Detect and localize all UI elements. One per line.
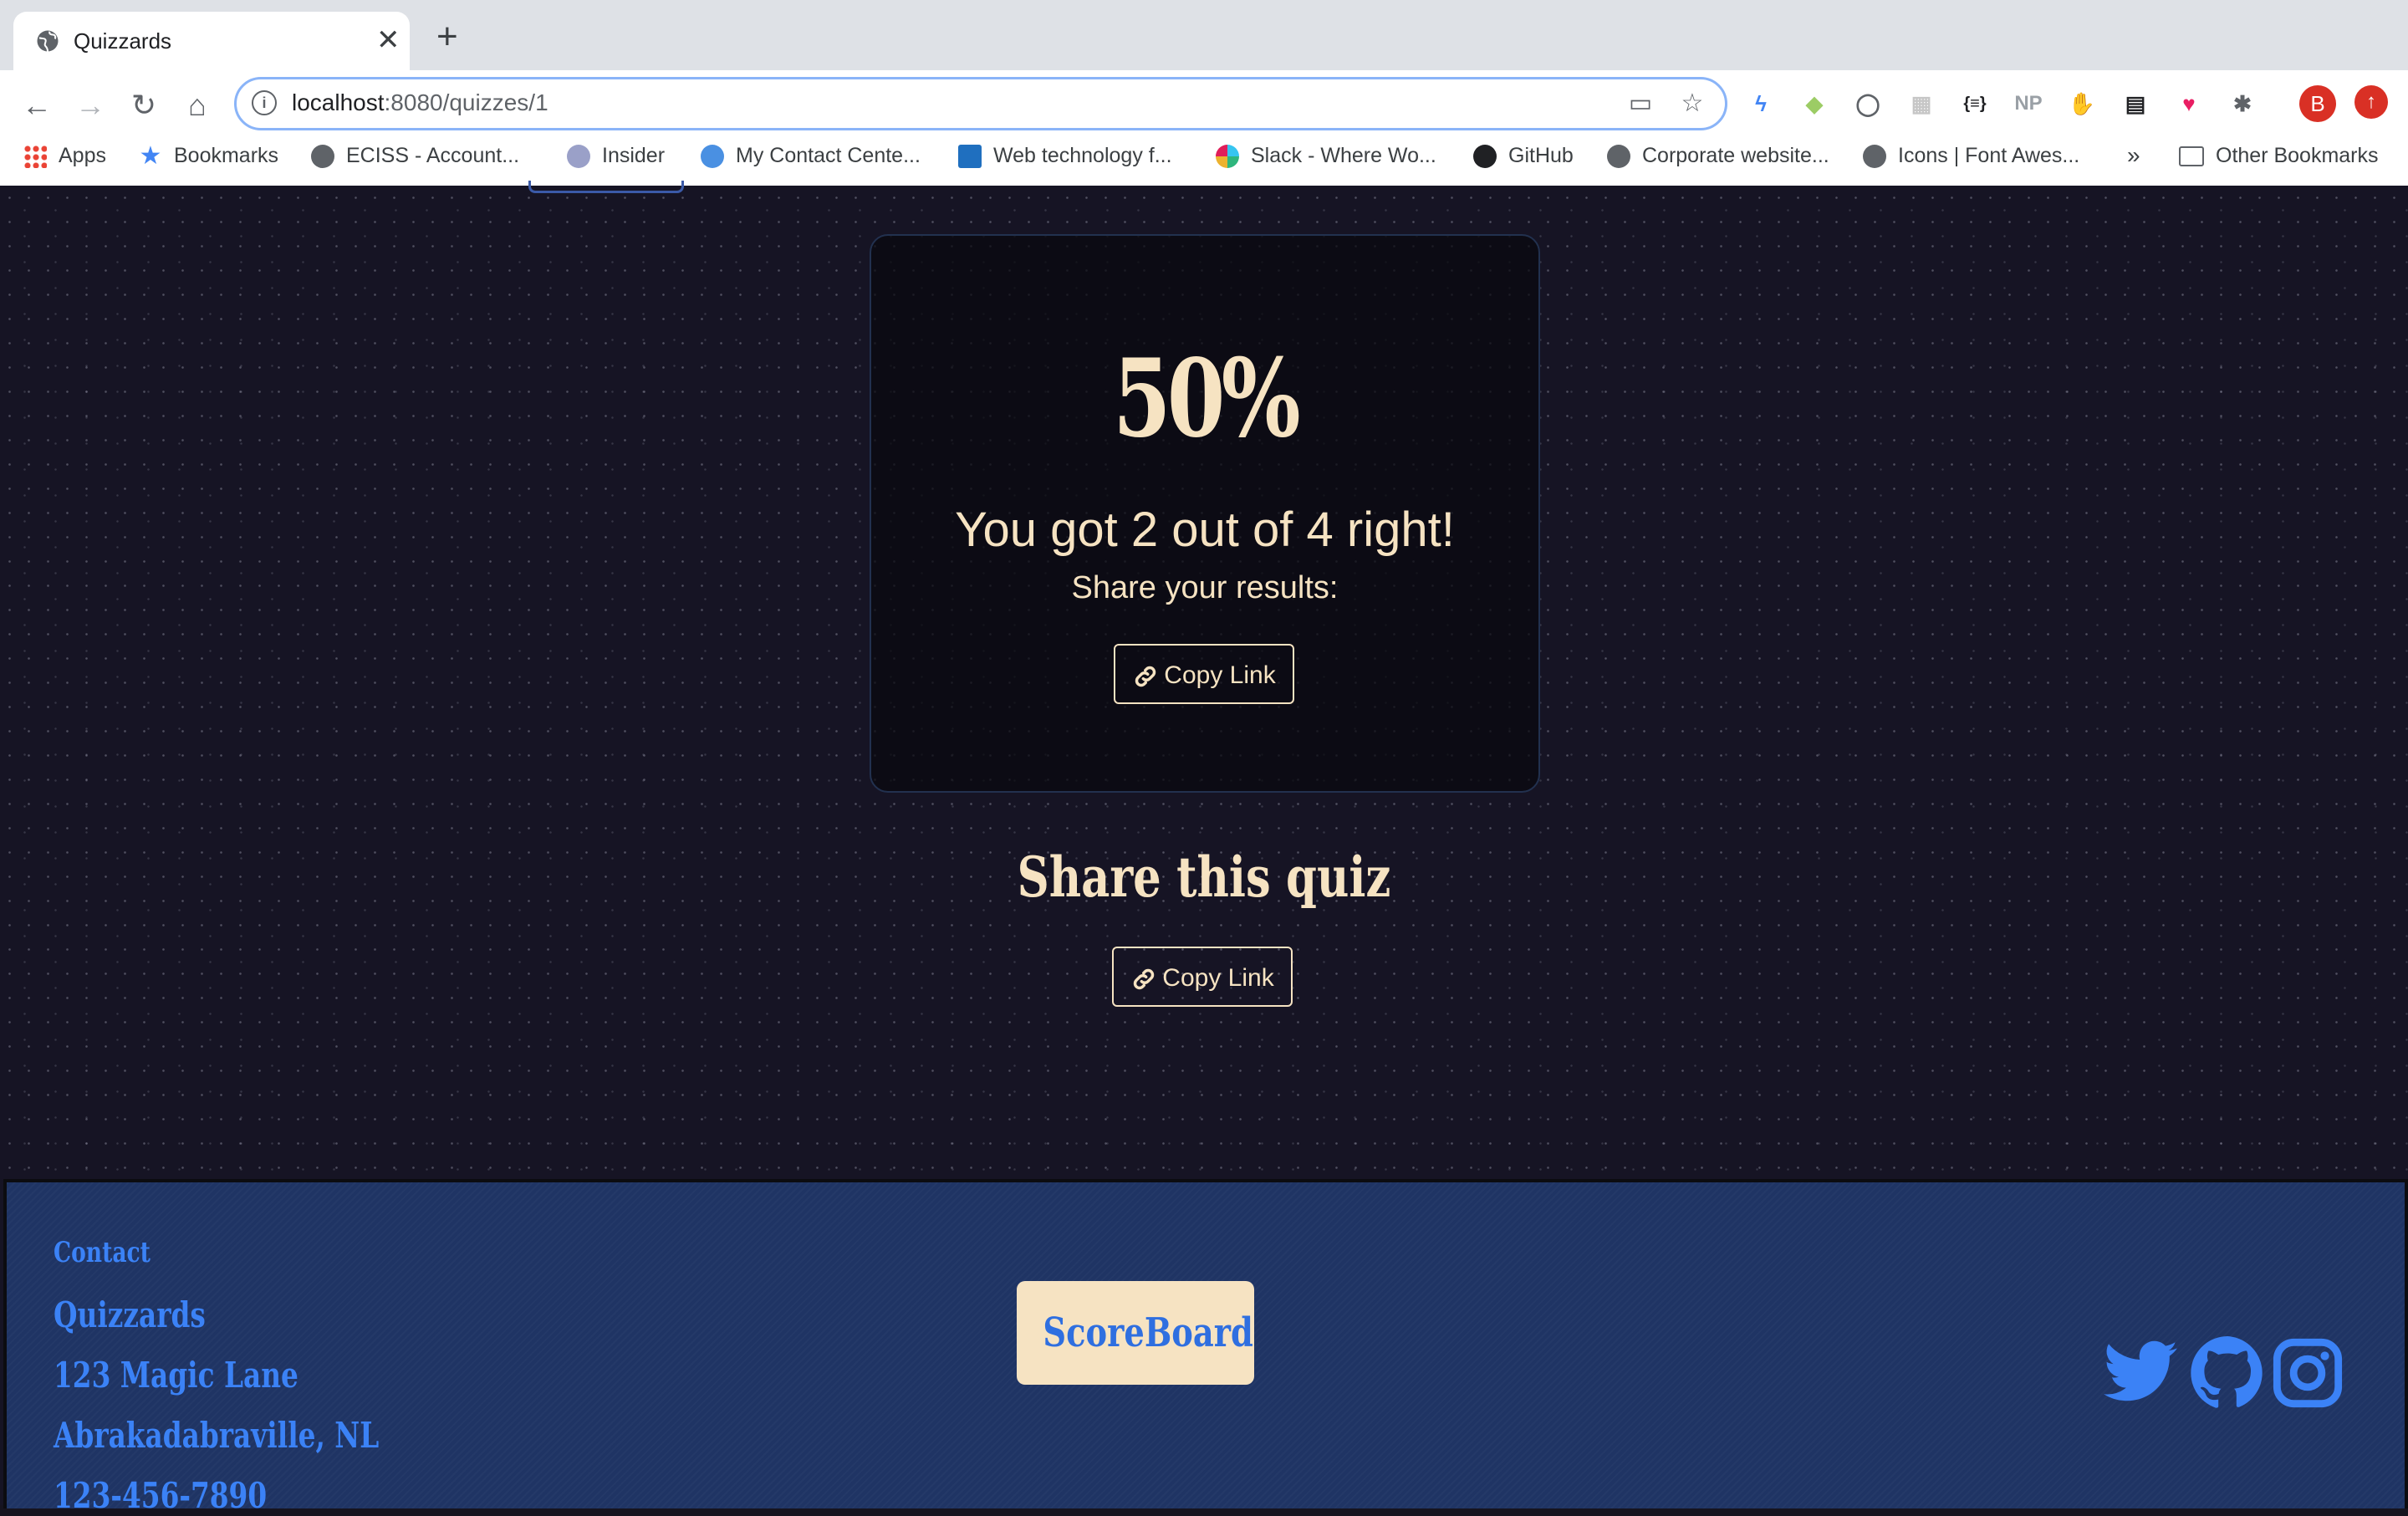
bookmark-bookmarks[interactable]: ★ Bookmarks bbox=[139, 137, 279, 174]
bookmark-insider[interactable]: Insider bbox=[567, 137, 665, 174]
footer-street: 123 Magic Lane bbox=[54, 1355, 298, 1396]
site-footer: Contact Quizzards 123 Magic Lane Abrakad… bbox=[3, 1179, 2408, 1516]
extension-pin-icon[interactable]: ◆ bbox=[1798, 87, 1831, 120]
address-bar[interactable]: i localhost:8080/quizzes/1 ▭ ☆ bbox=[234, 77, 1727, 130]
globe-icon bbox=[37, 30, 59, 52]
bookmark-contact-center[interactable]: My Contact Cente... bbox=[701, 137, 921, 174]
back-arrow-icon[interactable]: ← bbox=[17, 85, 57, 125]
score-percent: 50% bbox=[1113, 336, 1300, 462]
score-summary: You got 2 out of 4 right! bbox=[955, 503, 1455, 557]
wordpress-icon bbox=[567, 145, 590, 169]
tab-title: Quizzards bbox=[74, 28, 172, 54]
slack-icon bbox=[1216, 145, 1239, 169]
github-icon bbox=[1473, 145, 1497, 169]
url-text[interactable]: localhost:8080/quizzes/1 bbox=[292, 89, 548, 116]
profile-avatar[interactable]: B bbox=[2299, 85, 2336, 122]
copy-quiz-link-button[interactable]: Copy Link bbox=[1112, 947, 1293, 1007]
scoreboard-button[interactable]: ScoreBoard bbox=[1017, 1281, 1254, 1385]
globe-icon bbox=[1863, 145, 1886, 169]
active-tab[interactable]: Quizzards ✕ bbox=[13, 12, 410, 70]
extension-np-icon[interactable]: NP bbox=[2012, 87, 2045, 120]
close-tab-icon[interactable]: ✕ bbox=[376, 25, 400, 55]
bookmark-github[interactable]: GitHub bbox=[1473, 137, 1574, 174]
globe-icon bbox=[311, 145, 334, 169]
site-info-icon[interactable]: i bbox=[252, 90, 277, 115]
share-results-label: Share your results: bbox=[1071, 570, 1339, 605]
bookmark-font-awesome[interactable]: Icons | Font Awes... bbox=[1863, 137, 2079, 174]
update-icon[interactable]: ↑ bbox=[2354, 85, 2388, 119]
agent-icon bbox=[701, 145, 724, 169]
star-icon: ★ bbox=[139, 142, 162, 171]
footer-company-name: Quizzards bbox=[54, 1294, 206, 1335]
extension-hand-icon[interactable]: ✋ bbox=[2065, 87, 2099, 120]
bookmark-apps[interactable]: Apps bbox=[23, 137, 106, 174]
nav-button-edge[interactable] bbox=[528, 181, 684, 193]
forward-arrow-icon[interactable]: → bbox=[70, 85, 110, 125]
extension-bug-icon[interactable]: ✱ bbox=[2226, 87, 2259, 120]
apps-grid-icon bbox=[23, 145, 47, 169]
reload-icon[interactable]: ↻ bbox=[124, 85, 164, 125]
link-icon bbox=[1134, 968, 1155, 990]
extension-bolt-icon[interactable]: ϟ bbox=[1744, 87, 1778, 120]
copy-result-link-button[interactable]: Copy Link bbox=[1114, 644, 1294, 704]
footer-contact-heading: Contact bbox=[54, 1236, 150, 1269]
install-app-icon[interactable]: ▭ bbox=[1625, 88, 1656, 120]
extension-heart-icon[interactable]: ♥ bbox=[2172, 87, 2206, 120]
url-host: localhost bbox=[292, 89, 385, 115]
extension-code-icon[interactable]: ◯ bbox=[1851, 87, 1885, 120]
extension-grid-icon[interactable]: ▦ bbox=[1905, 87, 1938, 120]
scoreboard-label: ScoreBoard bbox=[1043, 1309, 1253, 1356]
home-icon[interactable]: ⌂ bbox=[177, 85, 217, 125]
new-tab-button[interactable]: + bbox=[436, 18, 458, 55]
bookmark-mdn[interactable]: Web technology f... bbox=[958, 137, 1172, 174]
bookmarks-overflow-button[interactable]: » bbox=[2127, 137, 2140, 174]
url-path: :8080/quizzes/1 bbox=[384, 89, 548, 115]
github-icon[interactable] bbox=[2187, 1333, 2268, 1413]
browser-toolbar: ← → ↻ ⌂ i localhost:8080/quizzes/1 ▭ ☆ ϟ… bbox=[0, 70, 2408, 202]
bookmark-eciss[interactable]: ECISS - Account... bbox=[311, 137, 519, 174]
share-quiz-heading: Share this quiz bbox=[1017, 845, 1391, 910]
instagram-icon[interactable] bbox=[2271, 1333, 2344, 1413]
extension-reader-icon[interactable]: ▤ bbox=[2119, 87, 2152, 120]
globe-icon bbox=[1607, 145, 1630, 169]
footer-city: Abrakadabraville, NL bbox=[54, 1415, 380, 1456]
footer-phone: 123-456-7890 bbox=[54, 1475, 268, 1516]
folder-icon bbox=[2179, 146, 2204, 167]
twitter-icon[interactable] bbox=[2100, 1333, 2181, 1413]
tab-bar: Quizzards ✕ + bbox=[0, 0, 2408, 70]
bookmark-star-icon[interactable]: ☆ bbox=[1676, 88, 1708, 120]
link-icon bbox=[1135, 666, 1156, 687]
bookmark-slack[interactable]: Slack - Where Wo... bbox=[1216, 137, 1436, 174]
result-card: 50% You got 2 out of 4 right! Share your… bbox=[870, 234, 1540, 793]
copy-result-link-label: Copy Link bbox=[1164, 661, 1276, 689]
extension-json-icon[interactable]: {≡} bbox=[1958, 87, 1992, 120]
other-bookmarks[interactable]: Other Bookmarks bbox=[2179, 137, 2379, 174]
mdn-icon bbox=[958, 145, 982, 169]
bookmark-corporate[interactable]: Corporate website... bbox=[1607, 137, 1829, 174]
copy-quiz-link-label: Copy Link bbox=[1162, 964, 1274, 992]
